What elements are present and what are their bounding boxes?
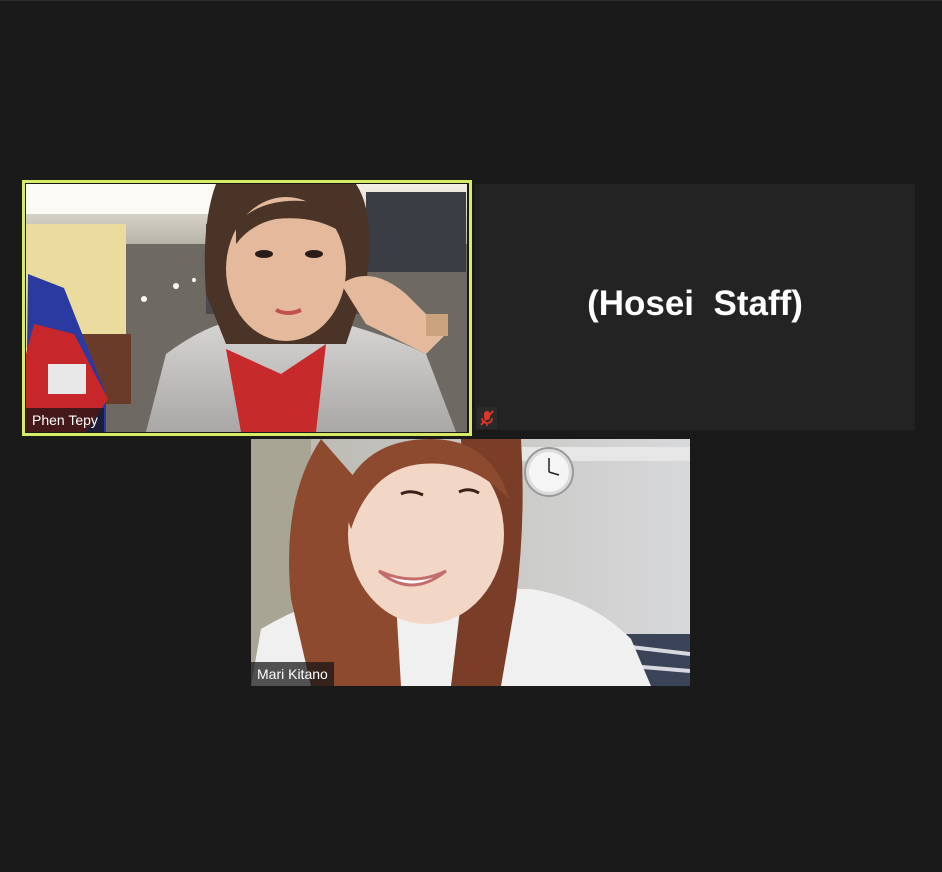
video-tile-mari-kitano[interactable]: Mari Kitano — [251, 439, 690, 686]
window-top-edge — [0, 0, 942, 1]
participant-name-label: Mari Kitano — [251, 662, 334, 686]
video-tile-hosei-staff[interactable]: (Hosei Staff) — [475, 184, 915, 430]
participant-video-feed — [251, 439, 690, 686]
video-tile-phen-tepy[interactable]: Phen Tepy — [26, 184, 467, 432]
participant-name-label: Phen Tepy — [26, 408, 104, 432]
participant-display-name: (Hosei Staff) — [587, 284, 803, 323]
participant-video-feed — [26, 184, 467, 432]
microphone-muted-icon — [477, 407, 497, 429]
